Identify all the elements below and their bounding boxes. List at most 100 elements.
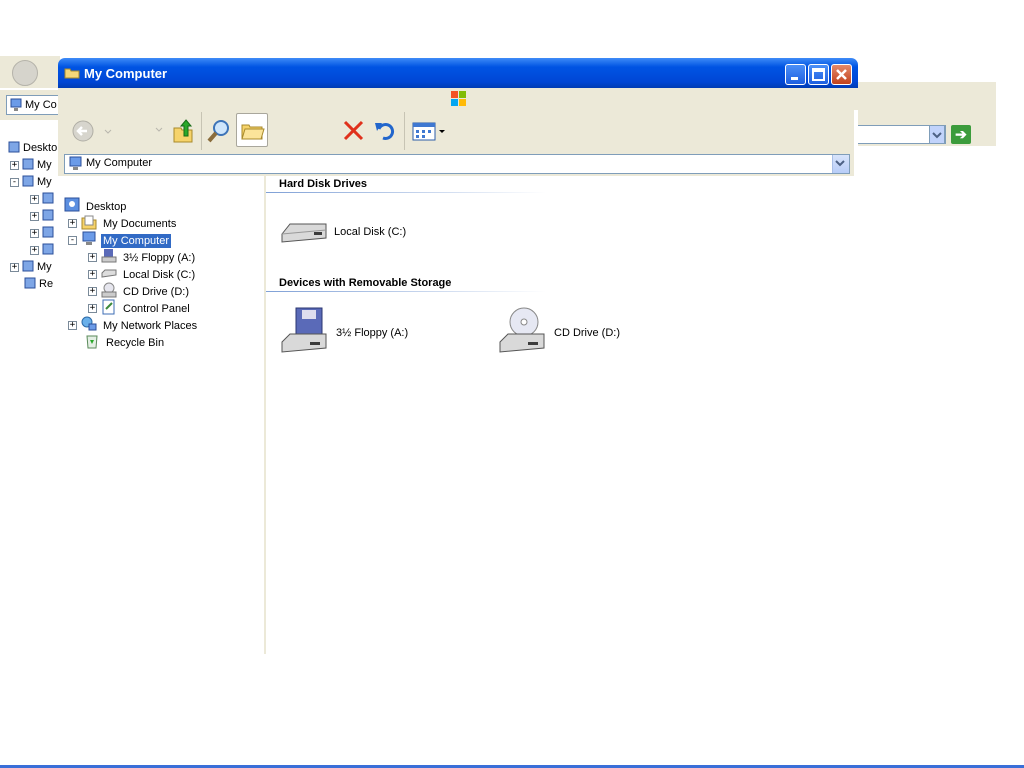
search-icon[interactable] xyxy=(206,118,232,147)
forward-arrow-icon[interactable] xyxy=(154,124,166,139)
expand-icon[interactable]: + xyxy=(68,219,77,228)
window-title: My Computer xyxy=(84,66,168,81)
drive-label-cd: CD Drive (D:) xyxy=(554,326,620,339)
tree-item-control-panel[interactable]: + Control Panel xyxy=(88,299,192,318)
expand-icon: + xyxy=(30,210,39,221)
ghost-toolbar-right xyxy=(858,82,996,122)
views-icon[interactable] xyxy=(412,122,446,145)
tree-label-recycle-bin: Recycle Bin xyxy=(106,336,165,349)
ghost-tree-item: + My xyxy=(10,157,52,173)
ghost-item-icon xyxy=(22,157,34,174)
expand-icon: + xyxy=(10,261,19,272)
address-text: My Computer xyxy=(86,157,153,169)
tree-label-local-disk: Local Disk (C:) xyxy=(123,268,196,281)
drive-cd[interactable]: CD Drive (D:) xyxy=(498,306,620,359)
tree-label-cd-drive: CD Drive (D:) xyxy=(123,285,189,298)
collapse-icon: - xyxy=(10,176,19,187)
cd-drive-icon xyxy=(498,306,548,359)
close-button[interactable] xyxy=(831,64,852,85)
maximize-button[interactable] xyxy=(808,64,829,85)
desktop-icon xyxy=(64,197,80,216)
ghost-tree-item: Deskto xyxy=(8,140,57,156)
ghost-address-box: My Co xyxy=(6,95,66,115)
ghost-item-icon xyxy=(42,208,54,225)
tree-label-my-computer: My Computer xyxy=(101,233,172,248)
ghost-tree-item: + xyxy=(30,191,57,207)
go-arrow-icon[interactable]: ➔ xyxy=(951,125,971,144)
address-dropdown-button[interactable] xyxy=(832,155,849,173)
ghost-tree-item: + xyxy=(30,225,57,241)
recycle-bin-icon xyxy=(84,333,100,352)
ghost-item-icon xyxy=(24,276,36,293)
folders-icon[interactable] xyxy=(236,113,268,147)
tree-item-my-computer[interactable]: - My Computer xyxy=(68,231,172,250)
expand-icon: + xyxy=(30,244,39,255)
group-header-removable: Devices with Removable Storage xyxy=(279,277,452,289)
tree-label-network: My Network Places xyxy=(103,319,198,332)
tree-label-floppy: 3½ Floppy (A:) xyxy=(123,251,196,264)
group-divider xyxy=(266,192,546,193)
ghost-back-icon xyxy=(12,60,38,86)
hard-disk-icon xyxy=(280,212,328,251)
tree-label-desktop: Desktop xyxy=(86,200,127,213)
tree-label-control-panel: Control Panel xyxy=(123,302,190,315)
drive-label-local-disk: Local Disk (C:) xyxy=(334,225,407,238)
expand-icon: + xyxy=(30,193,39,204)
expand-icon[interactable]: + xyxy=(68,321,77,330)
my-computer-icon xyxy=(81,231,97,250)
group-divider xyxy=(266,291,546,292)
menu-bar xyxy=(58,88,858,110)
delete-icon[interactable] xyxy=(342,119,366,146)
ghost-tree-item: Re xyxy=(24,276,53,292)
title-bar[interactable] xyxy=(58,58,858,88)
expand-icon[interactable]: + xyxy=(88,304,97,313)
drive-floppy[interactable]: 3½ Floppy (A:) xyxy=(280,306,408,359)
ghost-item-icon xyxy=(42,225,54,242)
ghost-item-icon xyxy=(42,191,54,208)
ghost-item-label: My xyxy=(37,176,52,188)
expand-icon[interactable]: + xyxy=(88,253,97,262)
tree-item-cd-drive[interactable]: + CD Drive (D:) xyxy=(88,282,191,300)
control-panel-icon xyxy=(101,299,117,318)
floppy-drive-icon xyxy=(280,306,330,359)
folder-title-icon xyxy=(64,66,80,79)
expand-icon[interactable]: + xyxy=(88,287,97,296)
tree-item-local-disk[interactable]: + Local Disk (C:) xyxy=(88,266,197,283)
ghost-tree-item: + My xyxy=(10,259,52,275)
ghost-item-icon xyxy=(22,259,34,276)
expand-icon: + xyxy=(30,227,39,238)
tree-item-recycle-bin[interactable]: Recycle Bin xyxy=(84,334,166,351)
tree-label-my-documents: My Documents xyxy=(103,217,177,230)
toolbar-separator xyxy=(201,112,202,150)
tree-item-floppy[interactable]: + 3½ Floppy (A:) xyxy=(88,249,197,266)
drive-label-floppy: 3½ Floppy (A:) xyxy=(336,326,409,339)
ghost-dropdown-button[interactable] xyxy=(929,125,945,144)
ghost-tree-item: + xyxy=(30,242,57,258)
ghost-item-label: My xyxy=(37,261,52,273)
ghost-item-label: Re xyxy=(39,278,54,290)
ghost-item-icon xyxy=(42,242,54,259)
minimize-button[interactable] xyxy=(785,64,806,85)
ghost-computer-icon xyxy=(10,98,22,115)
address-bar[interactable] xyxy=(64,154,850,174)
tree-item-my-documents[interactable]: + My Documents xyxy=(68,215,178,232)
windows-logo-icon xyxy=(450,90,468,111)
ghost-tree-item: - My xyxy=(10,174,52,190)
collapse-icon[interactable]: - xyxy=(68,236,77,245)
ghost-item-icon xyxy=(22,174,34,191)
toolbar xyxy=(58,110,854,153)
tree-item-desktop[interactable]: Desktop xyxy=(64,197,128,216)
folder-up-icon[interactable] xyxy=(172,118,196,147)
undo-icon[interactable] xyxy=(373,119,397,146)
expand-icon[interactable]: + xyxy=(88,270,97,279)
group-header-hdd: Hard Disk Drives xyxy=(279,178,368,190)
toolbar-separator xyxy=(404,112,405,150)
expand-icon: + xyxy=(10,159,19,170)
drive-local-disk[interactable]: Local Disk (C:) xyxy=(280,212,406,251)
back-arrow-icon[interactable] xyxy=(72,120,112,147)
ghost-address-text: My Co xyxy=(25,99,57,111)
ghost-item-label: My xyxy=(37,159,52,171)
tree-item-network[interactable]: + My Network Places xyxy=(68,316,199,334)
ghost-item-icon xyxy=(8,140,20,157)
ghost-item-label: Deskto xyxy=(23,142,58,154)
